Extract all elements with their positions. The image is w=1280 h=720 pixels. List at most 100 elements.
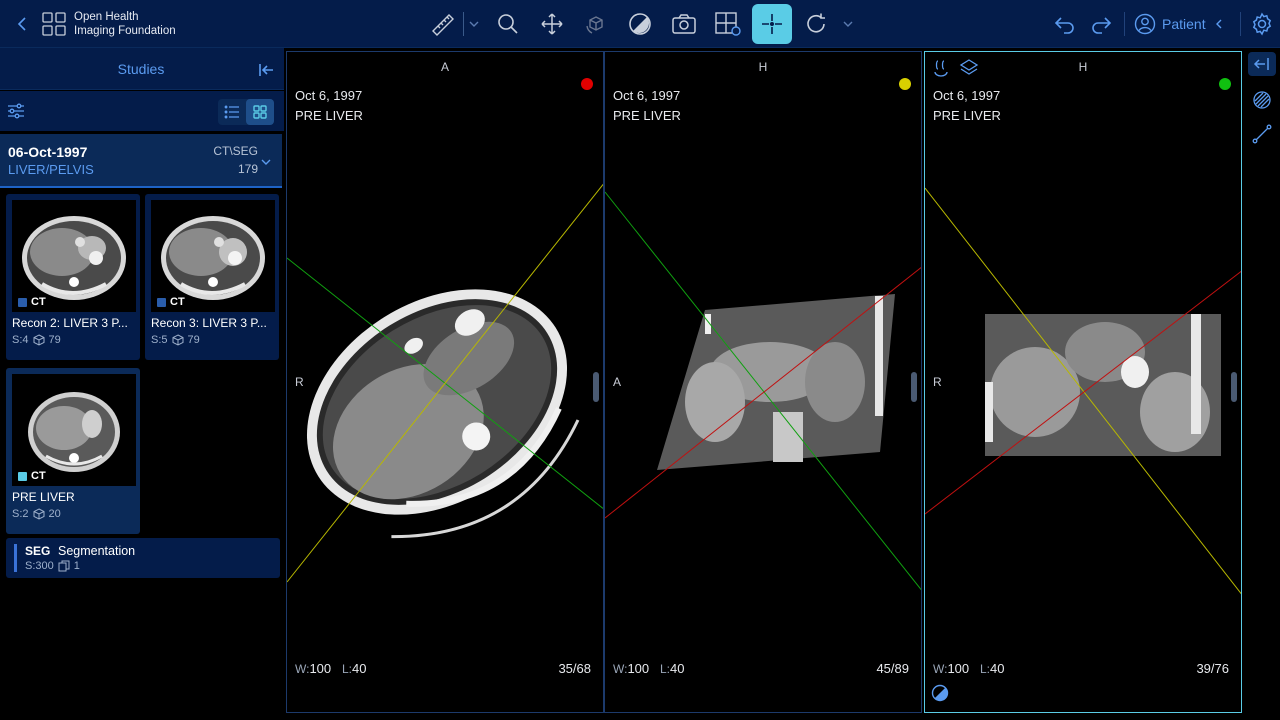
viewport-color-indicator	[899, 78, 911, 90]
measurement-line-icon[interactable]	[1250, 122, 1274, 146]
viewport-sagittal[interactable]: H A Oct 6, 1997 PRE LIVER W:100 L:40 45/…	[604, 51, 922, 713]
series-number: S:2	[12, 508, 29, 520]
viewport-scrollbar[interactable]	[911, 372, 917, 402]
series-number: S:5	[151, 334, 168, 346]
study-item[interactable]: 06-Oct-1997 LIVER/PELVIS CT\SEG 179	[0, 134, 282, 188]
back-chevron-icon[interactable]	[12, 14, 32, 34]
series-description-overlay: PRE LIVER	[295, 108, 363, 123]
reset-tool-button[interactable]	[798, 6, 834, 42]
series-thumbnail-card[interactable]: CT Recon 2: LIVER 3 P... S:4 79	[6, 194, 140, 360]
ct-axial-image	[287, 183, 603, 583]
header-divider	[1124, 12, 1125, 36]
orientation-marker-top: H	[1078, 60, 1088, 74]
capture-tool-button[interactable]	[666, 6, 702, 42]
window-value: 100	[309, 661, 332, 676]
slice-indicator: 39/76	[1196, 661, 1229, 676]
measure-dropdown-chevron-icon[interactable]	[468, 16, 480, 32]
series-title: Recon 3: LIVER 3 P...	[151, 316, 267, 330]
redo-icon[interactable]	[1089, 12, 1113, 36]
level-value: 40	[670, 661, 685, 676]
window-label: W:	[295, 662, 310, 676]
level-value: 40	[990, 661, 1005, 676]
viewport-axial[interactable]: A R Oct 6, 1997 PRE LIVER W:100 L:40 35/…	[286, 51, 604, 713]
window-level-overlay: W:100 L:40	[295, 661, 366, 676]
user-icon	[1134, 13, 1156, 35]
seg-series-item[interactable]: SEG Segmentation S:300 1	[6, 538, 280, 578]
seg-instance-count: 1	[73, 560, 80, 572]
slice-indicator: 35/68	[558, 661, 591, 676]
cube-icon	[172, 334, 184, 346]
series-title: PRE LIVER	[12, 490, 75, 504]
window-level-indicator-icon[interactable]	[931, 684, 949, 702]
list-view-button[interactable]	[218, 99, 246, 125]
series-meta: S:4 79	[12, 334, 61, 346]
patient-info-toggle[interactable]: Patient	[1134, 12, 1226, 36]
studies-title[interactable]: Studies	[0, 61, 282, 77]
pan-tool-button[interactable]	[534, 6, 570, 42]
series-title: Recon 2: LIVER 3 P...	[12, 316, 128, 330]
capture-icon	[672, 14, 696, 34]
level-label: L:	[660, 662, 671, 676]
slice-indicator: 45/89	[876, 661, 909, 676]
window-level-overlay: W:100 L:40	[613, 661, 684, 676]
undo-icon[interactable]	[1053, 12, 1077, 36]
layout-tool-button[interactable]	[710, 6, 746, 42]
window-value: 100	[627, 661, 650, 676]
crosshairs-tool-button[interactable]	[752, 4, 792, 44]
ct-coronal-image	[925, 187, 1241, 595]
grid-view-button[interactable]	[246, 99, 274, 125]
series-description-overlay: PRE LIVER	[933, 108, 1001, 123]
modality-badge: CT	[157, 296, 185, 308]
seg-title: Segmentation	[58, 544, 136, 558]
more-tools-chevron-icon[interactable]	[842, 16, 854, 32]
view-mode-toggle	[218, 99, 274, 125]
header-divider-2	[1240, 12, 1241, 36]
study-modality: CT\SEG	[213, 144, 258, 158]
window-level-icon	[629, 13, 651, 35]
seg-modality: SEG	[25, 544, 51, 558]
series-thumbnail-card-selected[interactable]: CT PRE LIVER S:2 20	[6, 368, 140, 534]
modality-badge: CT	[18, 470, 46, 482]
measure-ruler-icon	[432, 14, 454, 36]
grid-icon	[253, 105, 267, 119]
series-description-overlay: PRE LIVER	[613, 108, 681, 123]
collapse-panel-icon[interactable]	[256, 60, 276, 80]
viewport-scrollbar[interactable]	[1231, 372, 1237, 402]
settings-gear-icon[interactable]	[1250, 12, 1274, 36]
window-value: 100	[947, 661, 970, 676]
zoom-tool-button[interactable]	[490, 6, 526, 42]
reset-icon	[807, 13, 825, 33]
study-description: LIVER/PELVIS	[8, 162, 94, 177]
measure-tool-button[interactable]	[424, 6, 460, 42]
viewport-color-indicator	[581, 78, 593, 90]
segmentation-icon[interactable]	[1250, 88, 1274, 112]
seg-color-bar	[14, 544, 17, 572]
right-tool-strip	[1244, 48, 1280, 720]
viewport-scrollbar[interactable]	[593, 372, 599, 402]
logo-text: Open Health Imaging Foundation	[74, 10, 176, 38]
patient-label: Patient	[1162, 16, 1206, 32]
studies-header: Studies	[0, 48, 284, 90]
settings-sliders-icon[interactable]	[6, 101, 26, 121]
modality-label: CT	[31, 470, 46, 482]
copy-icon	[58, 560, 70, 572]
series-thumbnail-card[interactable]: CT Recon 3: LIVER 3 P... S:5 79	[145, 194, 279, 360]
cube-icon	[33, 334, 45, 346]
orientation-marker-left: R	[295, 375, 304, 389]
chevron-down-icon[interactable]	[260, 156, 272, 168]
3d-rotate-tool-button[interactable]	[578, 6, 614, 42]
logo-line2: Imaging Foundation	[74, 25, 176, 37]
study-date-overlay: Oct 6, 1997	[613, 88, 681, 103]
level-label: L:	[342, 662, 353, 676]
modality-badge: CT	[18, 296, 46, 308]
ohif-logo-icon	[42, 12, 66, 36]
viewport-coronal-active[interactable]: H R Oct 6, 1997 PRE LIVER W:100 L:40 39/…	[924, 51, 1242, 713]
window-level-tool-button[interactable]	[622, 6, 658, 42]
modality-color-swatch	[18, 471, 27, 481]
expand-panel-icon[interactable]	[1248, 52, 1276, 76]
orientation-marker-top: H	[758, 60, 768, 74]
viewport-color-indicator	[1219, 78, 1231, 90]
modality-color-swatch	[157, 297, 166, 307]
seg-series-number: S:300	[25, 560, 54, 572]
seg-meta: S:300 1	[25, 560, 80, 572]
